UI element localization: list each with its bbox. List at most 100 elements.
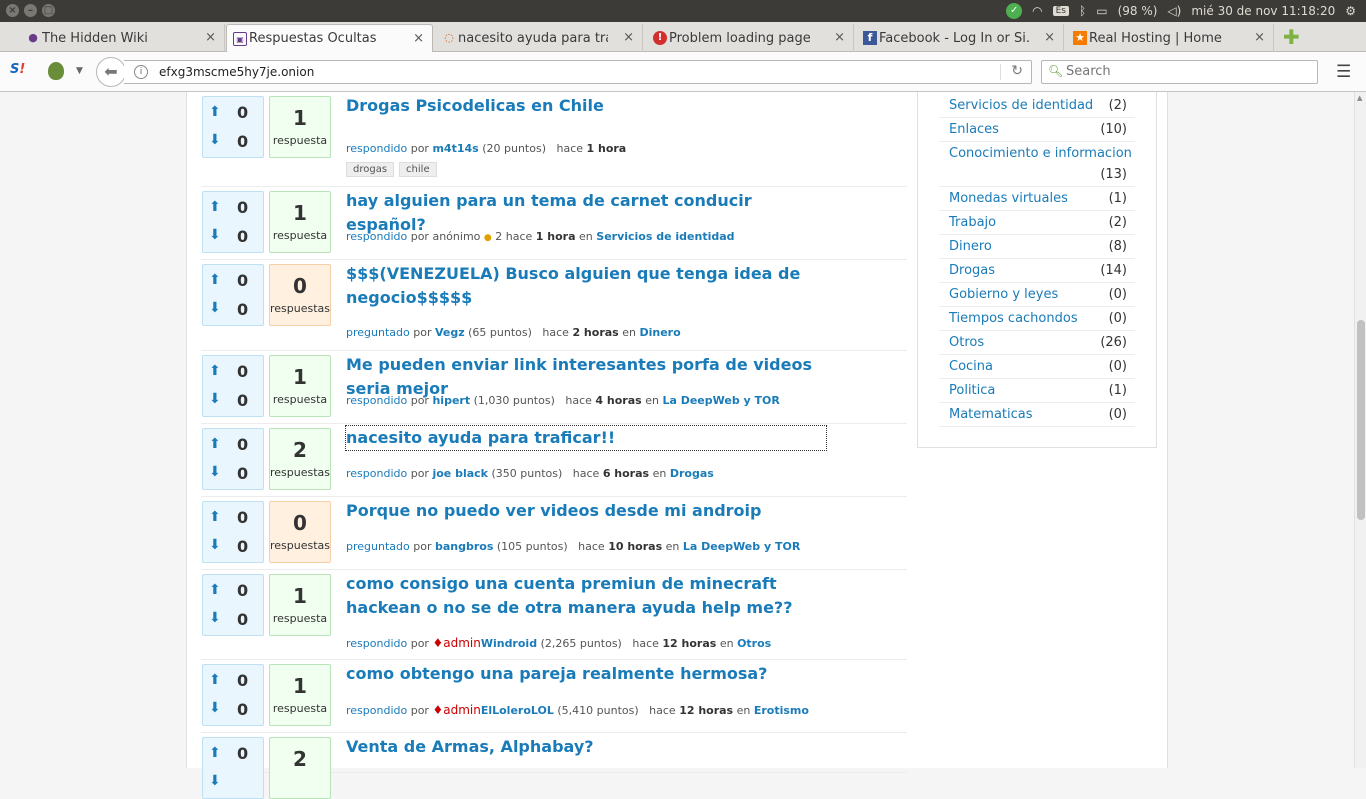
vertical-scrollbar[interactable]: ▲ [1354,92,1366,768]
category-link[interactable]: Drogas [670,467,714,480]
category-item[interactable]: Politica (1) [939,379,1135,403]
vote-down-arrow-icon[interactable]: ⬇ [209,465,221,479]
search-input[interactable] [1066,64,1311,79]
reload-icon[interactable]: ↻ [1011,63,1023,79]
category-name[interactable]: Matematicas [949,407,1033,422]
question-title-link[interactable]: como obtengo una pareja realmente hermos… [346,662,826,686]
tab-problem-loading[interactable]: ! Problem loading page × [647,24,854,52]
close-tab-icon[interactable]: × [834,30,845,45]
close-tab-icon[interactable]: × [1044,30,1055,45]
hamburger-menu-icon[interactable]: ☰ [1336,62,1351,82]
tab-nacesito-ayuda[interactable]: ◌ nacesito ayuda para trafic... × [436,24,643,52]
scroll-up-arrow-icon[interactable]: ▲ [1357,94,1362,102]
category-item[interactable]: Matematicas (0) [939,403,1135,427]
question-title-link[interactable]: $$$(VENEZUELA) Busco alguien que tenga i… [346,262,826,310]
info-icon[interactable]: i [134,65,148,79]
vote-down-arrow-icon[interactable]: ⬇ [209,774,221,788]
activity-link[interactable]: respondido [346,230,407,243]
security-shield-icon[interactable]: ✓ [1006,3,1023,19]
tor-button-onion-icon[interactable] [48,62,64,80]
volume-icon[interactable]: ◁) [1167,4,1181,18]
battery-icon[interactable]: ▭ [1096,4,1107,18]
vote-up-arrow-icon[interactable]: ⬆ [209,200,221,214]
activity-link[interactable]: preguntado [346,326,410,339]
maximize-window-icon[interactable]: □ [42,4,55,17]
category-name[interactable]: Gobierno y leyes [949,287,1058,302]
keyboard-layout-indicator[interactable]: Es [1052,6,1070,16]
close-tab-icon[interactable]: × [413,31,424,46]
vote-up-arrow-icon[interactable]: ⬆ [209,510,221,524]
bluetooth-icon[interactable]: ᛒ [1079,4,1086,18]
search-icon[interactable]: 🔍︎ [1048,64,1063,78]
activity-link[interactable]: respondido [346,467,407,480]
question-title-link[interactable]: Venta de Armas, Alphabay? [346,735,826,759]
category-link[interactable]: La DeepWeb y TOR [662,394,779,407]
activity-link[interactable]: respondido [346,394,407,407]
category-item[interactable]: Cocina (0) [939,355,1135,379]
activity-link[interactable]: respondido [346,142,407,155]
category-name[interactable]: Monedas virtuales [949,191,1068,206]
search-bar[interactable]: 🔍︎ [1041,60,1318,84]
tag[interactable]: drogas [346,162,395,177]
category-link[interactable]: Erotismo [754,704,809,717]
category-name[interactable]: Enlaces [949,122,999,137]
close-tab-icon[interactable]: × [623,30,634,45]
user-link[interactable]: bangbros [435,540,493,553]
system-clock[interactable]: mié 30 de nov 11:18:20 [1191,4,1335,18]
category-link[interactable]: La DeepWeb y TOR [683,540,800,553]
category-name[interactable]: Dinero [949,239,992,254]
vote-down-arrow-icon[interactable]: ⬇ [209,611,221,625]
activity-link[interactable]: respondido [346,637,407,650]
close-window-icon[interactable]: × [6,4,19,17]
activity-link[interactable]: respondido [346,704,407,717]
vote-up-arrow-icon[interactable]: ⬆ [209,673,221,687]
url-text[interactable]: efxg3mscme5hy7je.onion [159,65,314,79]
tab-facebook[interactable]: f Facebook - Log In or Si... × [857,24,1064,52]
category-item[interactable]: Gobierno y leyes (0) [939,283,1135,307]
category-item[interactable]: Tiempos cachondos (0) [939,307,1135,331]
category-item[interactable]: Conocimiento e informacion (13) [939,142,1135,187]
vote-down-arrow-icon[interactable]: ⬇ [209,701,221,715]
question-title-link[interactable]: Porque no puedo ver videos desde mi andr… [346,499,826,523]
category-link[interactable]: Dinero [639,326,680,339]
category-link[interactable]: Otros [737,637,771,650]
chevron-down-icon[interactable]: ▼ [76,66,83,76]
wifi-icon[interactable]: ◠ [1032,4,1042,18]
back-button[interactable]: ⬅ [96,57,126,87]
category-name[interactable]: Otros [949,335,984,350]
user-link[interactable]: joe black [432,467,488,480]
category-item[interactable]: Servicios de identidad (2) [939,94,1135,118]
tab-real-hosting[interactable]: ★ Real Hosting | Home × [1067,24,1274,52]
tab-the-hidden-wiki[interactable]: ● The Hidden Wiki × [20,24,225,52]
category-name[interactable]: Politica [949,383,995,398]
close-tab-icon[interactable]: × [205,30,216,45]
category-item[interactable]: Trabajo (2) [939,211,1135,235]
category-item[interactable]: Dinero (8) [939,235,1135,259]
category-item[interactable]: Monedas virtuales (1) [939,187,1135,211]
vote-up-arrow-icon[interactable]: ⬆ [209,273,221,287]
vote-up-arrow-icon[interactable]: ⬆ [209,437,221,451]
category-name[interactable]: Cocina [949,359,993,374]
minimize-window-icon[interactable]: – [24,4,37,17]
vote-up-arrow-icon[interactable]: ⬆ [209,364,221,378]
close-tab-icon[interactable]: × [1254,30,1265,45]
category-item[interactable]: Otros (26) [939,331,1135,355]
address-bar[interactable]: i efxg3mscme5hy7je.onion ↻ [124,60,1032,84]
vote-up-arrow-icon[interactable]: ⬆ [209,746,221,760]
vote-down-arrow-icon[interactable]: ⬇ [209,392,221,406]
activity-link[interactable]: preguntado [346,540,410,553]
user-link[interactable]: Windroid [481,637,537,650]
scrollbar-thumb[interactable] [1357,320,1365,520]
noscript-icon[interactable]: S! [10,62,25,77]
user-link[interactable]: Vegz [435,326,465,339]
question-title-link[interactable]: como consigo una cuenta premiun de minec… [346,572,826,620]
category-name[interactable]: Tiempos cachondos [949,311,1078,326]
new-tab-plus-icon[interactable]: ✚ [1283,27,1300,47]
category-item[interactable]: Enlaces (10) [939,118,1135,142]
vote-down-arrow-icon[interactable]: ⬇ [209,133,221,147]
user-link[interactable]: ElLoleroLOL [481,704,554,717]
tag[interactable]: chile [399,162,437,177]
category-link[interactable]: Servicios de identidad [596,230,734,243]
user-link[interactable]: m4t14s [432,142,478,155]
vote-up-arrow-icon[interactable]: ⬆ [209,583,221,597]
